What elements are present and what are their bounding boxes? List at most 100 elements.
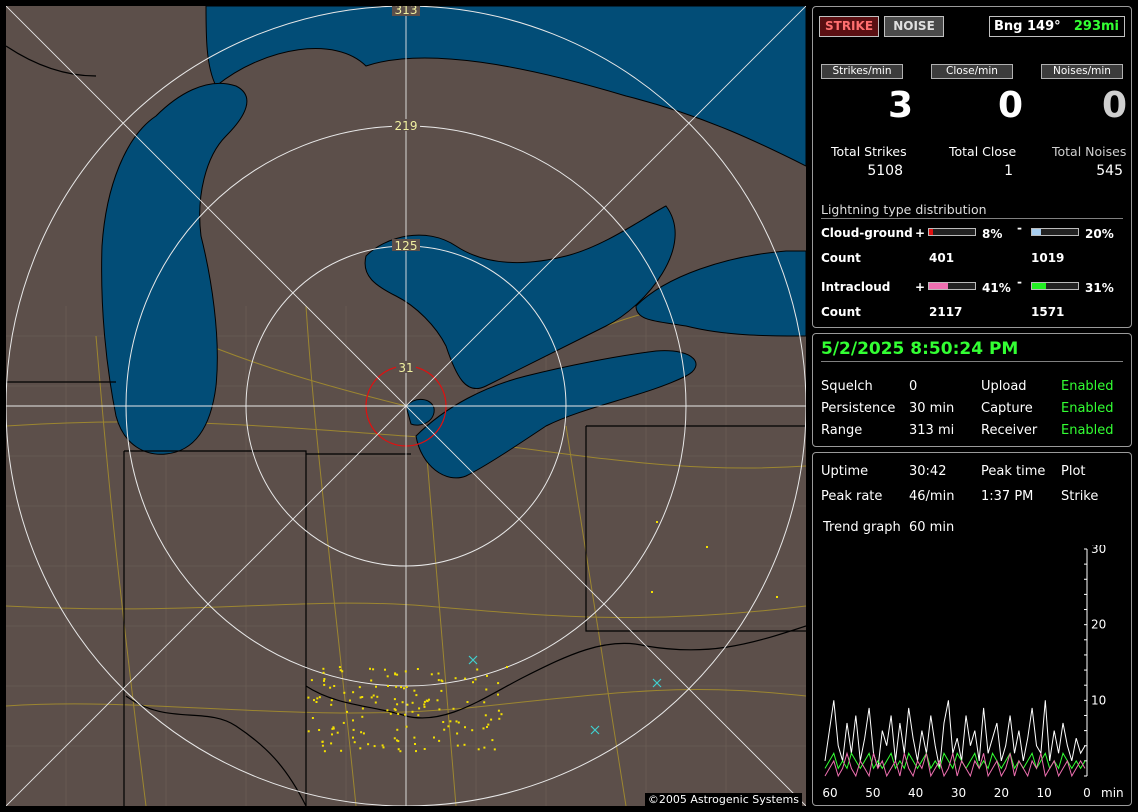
receiver-status: Enabled xyxy=(1061,423,1114,438)
strike-marker xyxy=(413,736,416,739)
total-noises-label: Total Noises xyxy=(1052,144,1127,159)
bearing-readout: Bng 149° 293mi xyxy=(989,16,1125,37)
strike-marker xyxy=(397,748,400,751)
trend-series-line xyxy=(824,700,1086,769)
strike-marker xyxy=(455,720,458,723)
strike-marker xyxy=(423,703,426,706)
strike-marker xyxy=(418,707,421,710)
strike-marker xyxy=(397,713,400,715)
strike-marker xyxy=(433,736,435,739)
cloud-ground-label: Cloud-ground xyxy=(821,226,913,240)
strike-marker xyxy=(330,742,333,745)
strike-marker xyxy=(486,674,488,677)
strike-marker xyxy=(457,721,460,724)
strike-marker xyxy=(331,733,333,736)
strike-marker xyxy=(346,710,348,713)
cg-minus-sign: - xyxy=(1017,221,1022,235)
upload-status: Enabled xyxy=(1061,379,1114,394)
strike-marker xyxy=(656,521,658,523)
strike-marker xyxy=(474,678,477,681)
cg-positive-count: 401 xyxy=(929,251,955,265)
strike-marker xyxy=(367,743,370,746)
strike-marker xyxy=(369,667,371,670)
strike-marker xyxy=(330,699,333,702)
strike-marker xyxy=(375,685,377,688)
strike-marker xyxy=(411,701,414,704)
strike-marker xyxy=(323,683,326,686)
strike-marker xyxy=(336,731,339,734)
strike-marker xyxy=(370,679,373,682)
strike-marker xyxy=(404,670,407,673)
strike-marker xyxy=(323,750,326,753)
strike-marker xyxy=(340,749,343,752)
strike-marker xyxy=(321,744,324,747)
x-tick-label: 20 xyxy=(994,786,1009,800)
noises-per-min-value: 0 xyxy=(1101,85,1127,126)
strike-marker xyxy=(396,673,399,676)
strike-marker xyxy=(393,698,396,701)
strike-marker xyxy=(396,703,399,706)
lightning-map[interactable]: 313 219 125 31 ©2005 Astrogenic Systems xyxy=(6,6,806,806)
lake-superior xyxy=(205,6,806,167)
capture-label: Capture xyxy=(981,401,1033,416)
total-noises-value: 545 xyxy=(1096,163,1123,179)
strikes-per-min-label: Strikes/min xyxy=(821,64,903,79)
strike-marker xyxy=(485,688,488,691)
trend-lines xyxy=(824,700,1086,778)
strike-marker xyxy=(449,720,452,723)
strike-marker xyxy=(322,667,325,670)
strike-marker xyxy=(316,697,319,700)
strike-marker xyxy=(651,591,653,593)
distance-value: 293mi xyxy=(1073,19,1119,34)
plot-value[interactable]: Strike xyxy=(1061,489,1098,504)
plot-label: Plot xyxy=(1061,464,1086,479)
strike-marker xyxy=(441,680,444,683)
lake-st-clair xyxy=(405,399,435,426)
close-per-min-value: 0 xyxy=(997,85,1023,126)
strike-marker xyxy=(437,679,440,682)
cg-negative-bar xyxy=(1031,228,1079,236)
trend-graph-value: 60 min xyxy=(909,520,955,535)
total-close-value: 1 xyxy=(1004,163,1013,179)
strike-marker xyxy=(438,708,441,711)
strike-marker xyxy=(438,739,441,742)
total-strikes-value: 5108 xyxy=(867,163,903,179)
strike-marker xyxy=(376,695,379,698)
ring-label-31: 31 xyxy=(398,361,413,375)
strike-marker xyxy=(456,732,459,735)
strike-marker xyxy=(428,698,430,701)
lake-michigan xyxy=(101,82,248,455)
strike-button[interactable]: STRIKE xyxy=(819,16,879,37)
noise-button[interactable]: NOISE xyxy=(884,16,944,37)
strike-marker xyxy=(393,708,396,711)
strike-marker xyxy=(706,546,708,548)
strike-marker xyxy=(394,673,397,676)
y-tick-label: 20 xyxy=(1091,618,1106,632)
strike-marker xyxy=(361,696,364,698)
strike-marker xyxy=(396,728,399,731)
cg-count-label: Count xyxy=(821,251,861,265)
map-canvas: 313 219 125 31 xyxy=(6,6,806,806)
strike-marker xyxy=(386,675,389,678)
strike-markers xyxy=(307,521,778,753)
stats-panel: Uptime 30:42 Peak time Plot Peak rate 46… xyxy=(812,452,1132,806)
trend-axes: 30 20 10 60 50 40 30 20 10 0 min xyxy=(822,545,1123,800)
total-strikes-label: Total Strikes xyxy=(831,144,907,159)
trend-graph-label: Trend graph xyxy=(823,520,901,535)
separator xyxy=(821,361,1123,362)
strike-marker xyxy=(506,666,508,668)
current-datetime: 5/2/2025 8:50:24 PM xyxy=(821,339,1019,359)
strike-marker xyxy=(321,740,324,743)
x-tick-label: 40 xyxy=(908,786,923,800)
strike-marker xyxy=(423,705,426,708)
strike-marker xyxy=(399,750,402,753)
ic-negative-count: 1571 xyxy=(1031,305,1065,319)
strike-marker xyxy=(417,714,420,717)
range-label: Range xyxy=(821,423,863,438)
y-tick-label: 10 xyxy=(1091,693,1106,707)
strike-marker xyxy=(389,712,392,715)
strike-marker xyxy=(497,682,500,685)
strike-marker xyxy=(466,701,469,703)
strike-marker xyxy=(396,739,398,742)
ic-plus-sign: + xyxy=(915,280,926,294)
